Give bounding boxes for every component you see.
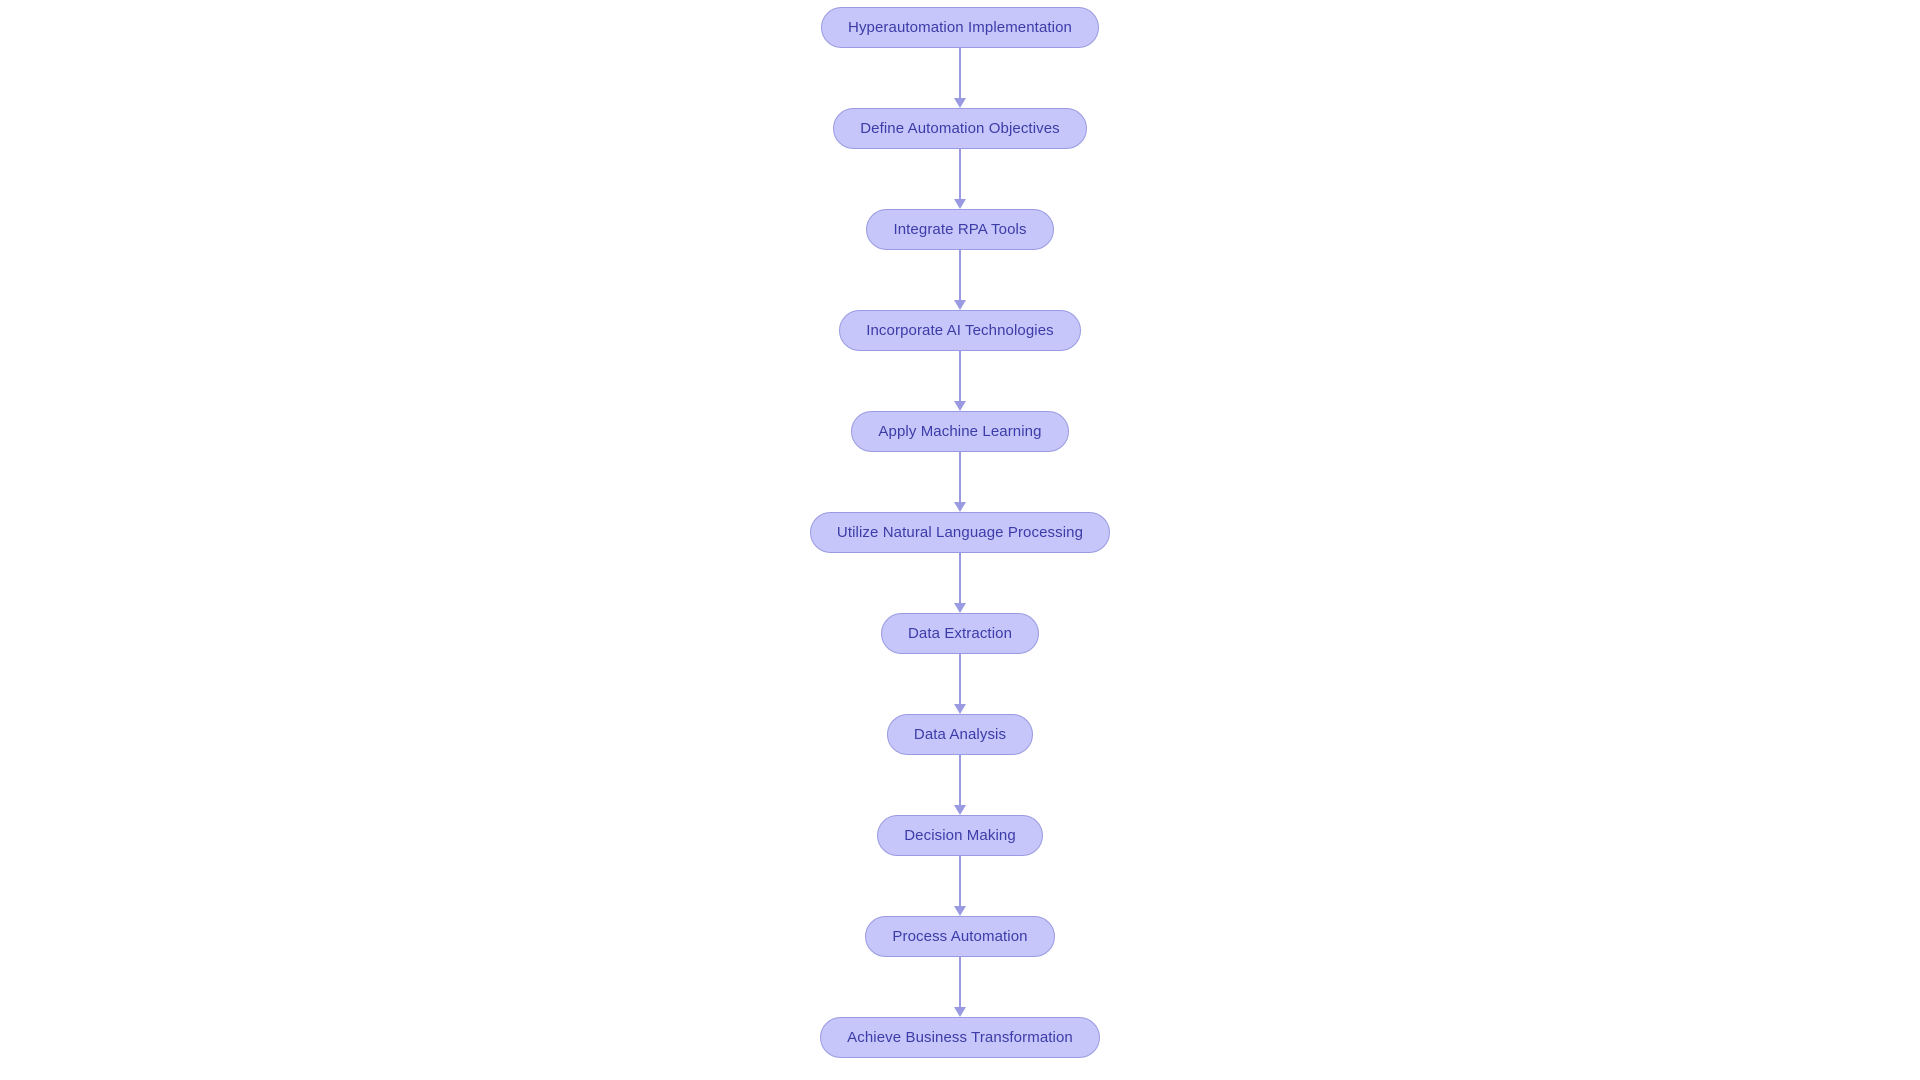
flow-connector-arrow	[954, 553, 966, 613]
flow-connector-arrow	[954, 250, 966, 310]
flow-node-n9[interactable]: Decision Making	[877, 815, 1043, 856]
connector-line	[959, 452, 961, 503]
arrowhead-down-icon	[954, 98, 966, 108]
flow-node-n4[interactable]: Incorporate AI Technologies	[839, 310, 1081, 351]
flow-connector-arrow	[954, 856, 966, 916]
flow-node-n8[interactable]: Data Analysis	[886, 714, 1034, 755]
flow-connector-arrow	[954, 654, 966, 714]
connector-line	[959, 553, 961, 604]
flow-connector-arrow	[954, 755, 966, 815]
flow-node-n7[interactable]: Data Extraction	[880, 613, 1040, 654]
arrowhead-down-icon	[954, 906, 966, 916]
connector-line	[959, 755, 961, 806]
flow-node-n5[interactable]: Apply Machine Learning	[851, 411, 1069, 452]
connector-line	[959, 957, 961, 1008]
flow-connector-arrow	[954, 48, 966, 108]
arrowhead-down-icon	[954, 502, 966, 512]
flow-connector-arrow	[954, 351, 966, 411]
connector-line	[959, 654, 961, 705]
flow-node-n6[interactable]: Utilize Natural Language Processing	[809, 512, 1111, 553]
flow-node-n2[interactable]: Define Automation Objectives	[833, 108, 1087, 149]
connector-line	[959, 48, 961, 99]
arrowhead-down-icon	[954, 401, 966, 411]
flow-connector-arrow	[954, 957, 966, 1017]
connector-line	[959, 149, 961, 200]
flow-node-n3[interactable]: Integrate RPA Tools	[866, 209, 1054, 250]
arrowhead-down-icon	[954, 300, 966, 310]
connector-line	[959, 856, 961, 907]
arrowhead-down-icon	[954, 1007, 966, 1017]
flow-connector-arrow	[954, 149, 966, 209]
flow-node-n10[interactable]: Process Automation	[865, 916, 1055, 957]
flow-connector-arrow	[954, 452, 966, 512]
connector-line	[959, 351, 961, 402]
flow-node-n11[interactable]: Achieve Business Transformation	[820, 1017, 1100, 1058]
flowchart-node-sequence: Hyperautomation Implementation Define Aut…	[0, 0, 1920, 1058]
flowchart-canvas: Hyperautomation Implementation Define Aut…	[0, 0, 1920, 1080]
arrowhead-down-icon	[954, 805, 966, 815]
arrowhead-down-icon	[954, 704, 966, 714]
flow-node-n1[interactable]: Hyperautomation Implementation	[821, 7, 1099, 48]
connector-line	[959, 250, 961, 301]
arrowhead-down-icon	[954, 199, 966, 209]
arrowhead-down-icon	[954, 603, 966, 613]
